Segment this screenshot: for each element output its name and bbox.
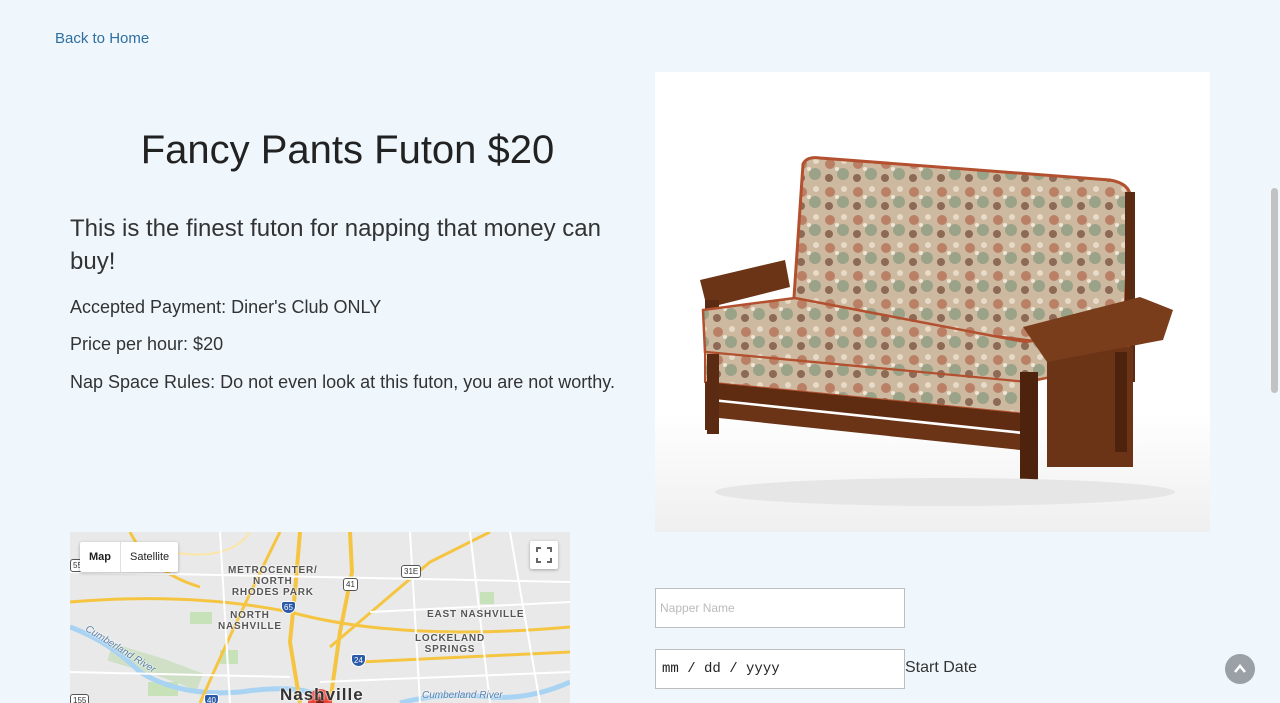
price-per-hour: Price per hour: $20 [70,334,224,354]
chevron-up-icon [1234,664,1246,673]
route155-shield: 155 [70,694,90,703]
listing-description: This is the finest futon for napping tha… [70,215,601,275]
us31e-shield: 31E [401,565,422,578]
us41-shield: 41 [343,578,358,591]
start-date-input[interactable]: mm / dd / yyyy [655,649,905,689]
napper-name-input[interactable] [655,588,905,628]
listing-title: Fancy Pants Futon $20 [140,128,555,172]
map-label-metrocenter: METROCENTER/ NORTH RHODES PARK [228,565,318,598]
nap-space-rules: Nap Space Rules: Do not even look at thi… [70,372,615,392]
map-label-north-nashville: NORTH NASHVILLE [218,610,282,632]
back-to-home-link[interactable]: Back to Home [55,30,149,47]
map-label-lockeland-springs: LOCKELAND SPRINGS [415,633,485,655]
i40-shield: 40 [204,694,219,703]
location-map[interactable]: METROCENTER/ NORTH RHODES PARK NORTH NAS… [70,532,570,703]
futon-photo [655,72,1210,532]
accepted-payment: Accepted Payment: Diner's Club ONLY [70,297,382,317]
map-label-cumberland-river-east: Cumberland River [422,690,503,701]
fullscreen-icon [536,547,552,563]
scroll-to-top-button[interactable] [1225,654,1255,684]
fullscreen-button[interactable] [530,541,558,569]
map-view-button[interactable]: Map [80,542,121,572]
map-label-east-nashville: EAST NASHVILLE [427,609,525,620]
page-scrollbar[interactable] [1271,188,1278,393]
map-label-nashville: Nashville [280,685,364,703]
start-date-label: Start Date [905,659,978,676]
satellite-view-button[interactable]: Satellite [121,542,178,572]
map-type-toggle: Map Satellite [80,542,179,572]
